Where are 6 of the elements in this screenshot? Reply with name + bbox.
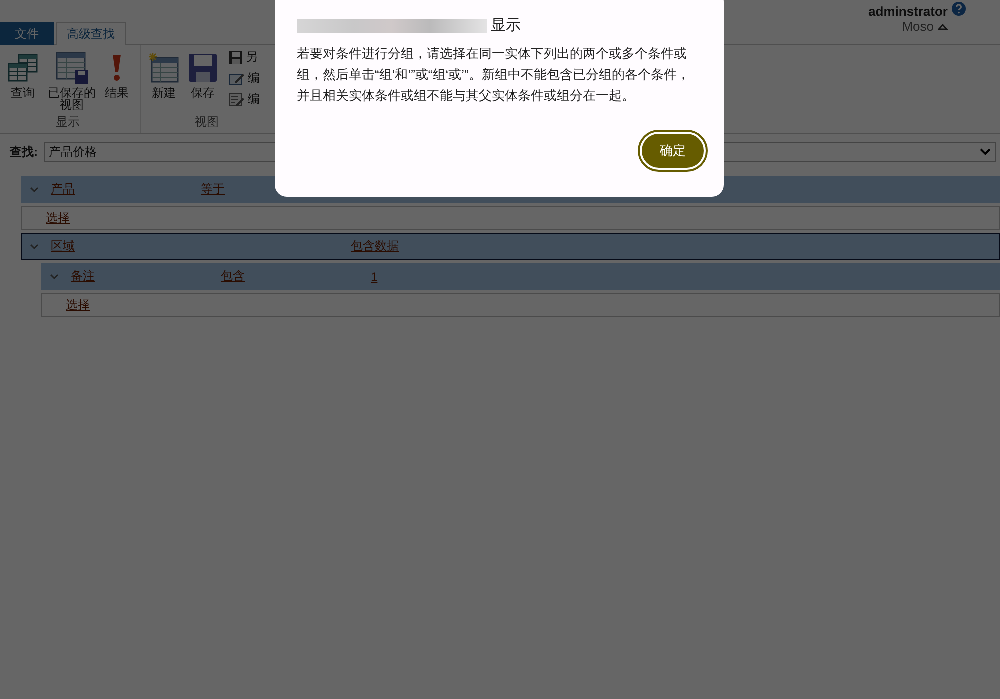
group-label: 显示 (56, 114, 80, 131)
organization-name: Moso (902, 19, 934, 34)
group-label: 视图 (195, 114, 219, 131)
find-label: 查找: (10, 144, 38, 160)
dialog-title: 显示 (491, 16, 521, 35)
dialog-message: 若要对条件进行分组，请选择在同一实体下列出的两个或多个条件或组，然后单击“组‘和’”或“组‘或’”。新组中不能包含已分组的各个条件，并且相关实体条件或组不能与其父实体条件或组分在一起。 (297, 45, 691, 105)
